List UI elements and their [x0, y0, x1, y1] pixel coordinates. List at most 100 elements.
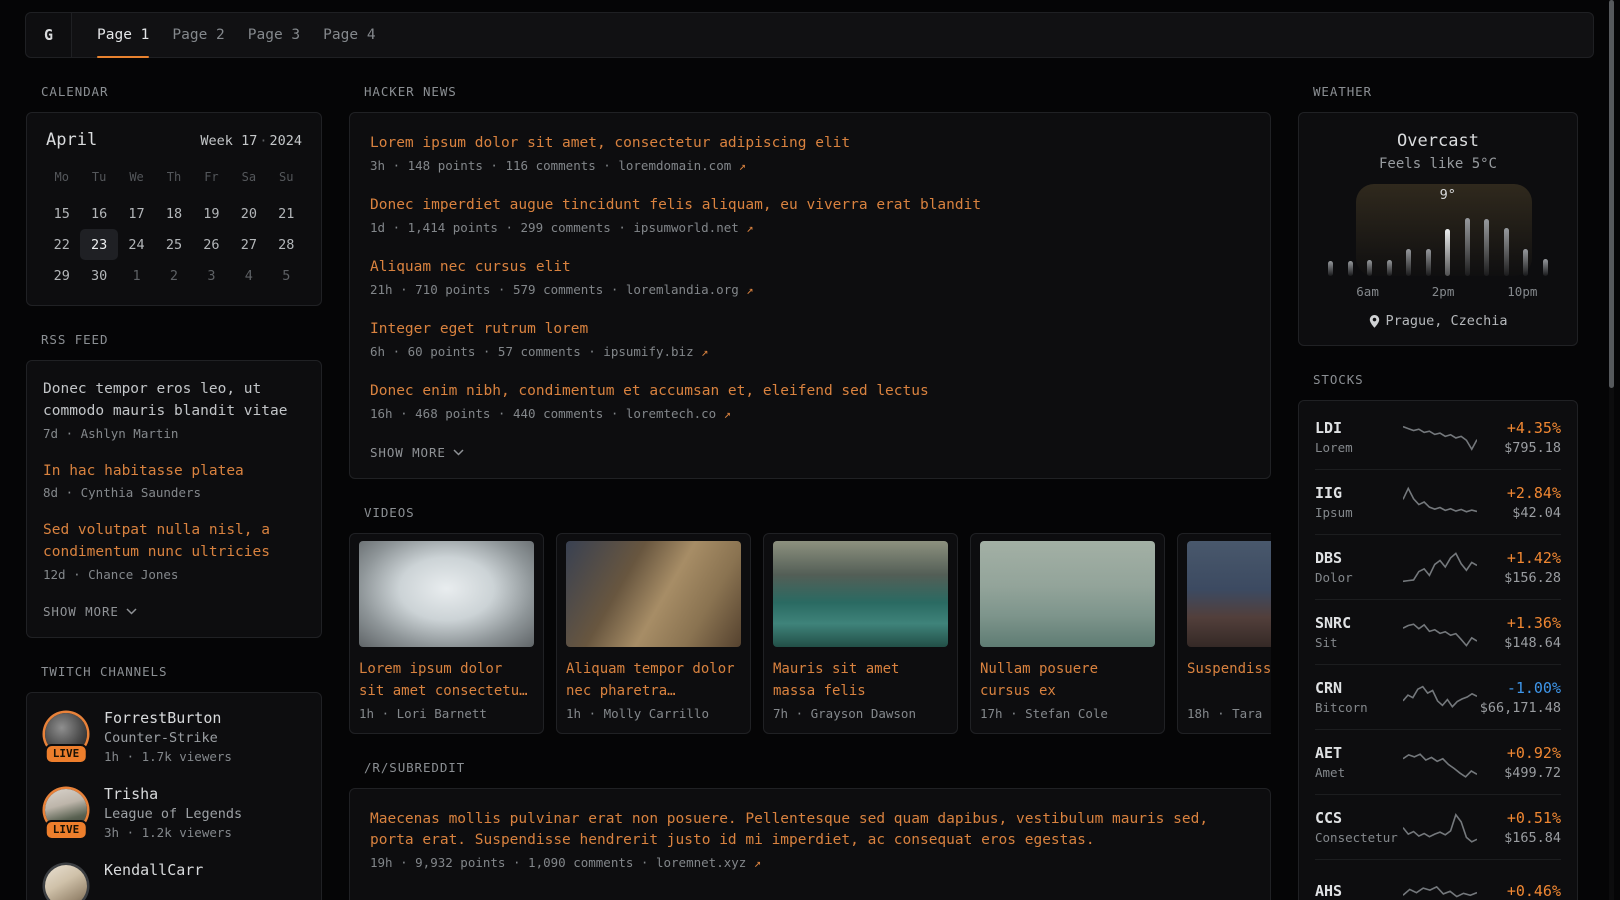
stock-name: Dolor — [1315, 570, 1403, 585]
stock-row[interactable]: CCSConsectetur +0.51%$165.84 — [1315, 794, 1561, 859]
hn-story-meta: 16h · 468 points · 440 comments · loremt… — [370, 406, 1250, 421]
videos-row: Lorem ipsum dolor sit amet consectetu… 1… — [349, 533, 1271, 734]
external-link-icon: ↗ — [746, 221, 753, 235]
video-thumbnail — [773, 541, 948, 647]
calendar-day: 3 — [193, 260, 230, 291]
calendar-days: 1516171819202122232425262728293012345 — [43, 198, 305, 291]
stock-change: +4.35% — [1477, 419, 1561, 437]
weather-chart: 9° — [1321, 184, 1555, 276]
twitch-widget: LIVE ForrestBurton Counter-Strike 1h · 1… — [26, 692, 322, 900]
video-title: Lorem ipsum dolor sit amet consectetu… — [359, 659, 534, 702]
rss-section: RSS FEED Donec tempor eros leo, ut commo… — [26, 332, 322, 638]
calendar-section: CALENDAR April Week 17·2024 MoTuWeThFrSa… — [26, 84, 322, 306]
stock-row[interactable]: SNRCSit +1.36%$148.64 — [1315, 599, 1561, 664]
hn-story-domain-link[interactable]: ipsumify.biz ↗ — [603, 344, 708, 359]
stock-ticker: AET — [1315, 744, 1403, 762]
tab-page-4[interactable]: Page 4 — [323, 13, 375, 57]
rss-item-title[interactable]: Sed volutpat nulla nisl, a condimentum n… — [43, 520, 305, 564]
hn-story-title[interactable]: Lorem ipsum dolor sit amet, consectetur … — [370, 133, 1250, 154]
twitch-channel-name[interactable]: ForrestBurton — [104, 709, 232, 727]
weather-bars — [1321, 218, 1555, 276]
hn-story-title[interactable]: Donec imperdiet augue tincidunt felis al… — [370, 195, 1250, 216]
hn-show-more-button[interactable]: SHOW MORE — [370, 443, 464, 464]
video-card[interactable]: Nullam posuere cursus ex 17h · Stefan Co… — [970, 533, 1165, 734]
rss-show-more-button[interactable]: SHOW MORE — [43, 602, 137, 623]
rss-item-meta: 7d · Ashlyn Martin — [43, 426, 305, 441]
stock-change: +0.51% — [1477, 809, 1561, 827]
calendar-day: 19 — [193, 198, 230, 229]
stock-price: $165.84 — [1477, 830, 1561, 846]
video-title: Nullam posuere cursus ex — [980, 659, 1155, 702]
twitch-channel-info: ForrestBurton Counter-Strike 1h · 1.7k v… — [104, 709, 232, 764]
stock-price: $499.72 — [1477, 765, 1561, 781]
twitch-channel[interactable]: KendallCarr — [43, 861, 305, 900]
hn-story: Lorem ipsum dolor sit amet, consectetur … — [370, 133, 1250, 173]
hn-story-meta: 6h · 60 points · 57 comments · ipsumify.… — [370, 344, 1250, 359]
hn-story-domain-link[interactable]: loremtech.co ↗ — [626, 406, 731, 421]
section-label-calendar: CALENDAR — [41, 84, 322, 99]
stock-sparkline — [1403, 742, 1477, 782]
video-card[interactable]: Lorem ipsum dolor sit amet consectetu… 1… — [349, 533, 544, 734]
hackernews-widget: Lorem ipsum dolor sit amet, consectetur … — [349, 112, 1271, 479]
stock-row[interactable]: AHS +0.46% — [1315, 859, 1561, 900]
location-pin-icon — [1369, 315, 1380, 328]
weather-feels-like: Feels like 5°C — [1299, 156, 1577, 172]
stock-row[interactable]: DBSDolor +1.42%$156.28 — [1315, 534, 1561, 599]
weather-section: WEATHER Overcast Feels like 5°C 9° 6am2p… — [1298, 84, 1578, 346]
hn-story-domain-link[interactable]: ipsumworld.net ↗ — [633, 220, 753, 235]
twitch-channel-name[interactable]: KendallCarr — [104, 861, 203, 879]
calendar-day: 23 — [80, 229, 117, 260]
stock-row[interactable]: LDILorem +4.35%$795.18 — [1315, 405, 1561, 469]
avatar: LIVE — [43, 787, 89, 833]
hn-story-title[interactable]: Aliquam nec cursus elit — [370, 257, 1250, 278]
video-card[interactable]: Suspendisse diam 18h · Tara — [1177, 533, 1271, 734]
tab-page-1[interactable]: Page 1 — [97, 13, 149, 57]
twitch-channel[interactable]: LIVE ForrestBurton Counter-Strike 1h · 1… — [43, 709, 305, 764]
reddit-post-domain-link[interactable]: loremnet.xyz ↗ — [656, 855, 761, 870]
calendar-weekday: We — [118, 170, 155, 184]
hackernews-section: HACKER NEWS Lorem ipsum dolor sit amet, … — [349, 84, 1271, 479]
reddit-post-title[interactable]: Maecenas mollis pulvinar erat non posuer… — [370, 809, 1250, 851]
tab-page-2[interactable]: Page 2 — [172, 13, 224, 57]
stock-ticker: IIG — [1315, 484, 1403, 502]
twitch-channel-name[interactable]: Trisha — [104, 785, 242, 803]
twitch-channel-game: Counter-Strike — [104, 730, 232, 746]
stocks-section: STOCKS LDILorem +4.35%$795.18 IIGIpsum +… — [1298, 372, 1578, 900]
reddit-post-stats: 19h · 9,932 points · 1,090 comments · — [370, 855, 656, 870]
calendar-day: 27 — [230, 229, 267, 260]
rss-item: Donec tempor eros leo, ut commodo mauris… — [43, 379, 305, 441]
stock-row[interactable]: CRNBitcorn -1.00%$66,171.48 — [1315, 664, 1561, 729]
twitch-channel[interactable]: LIVE Trisha League of Legends 3h · 1.2k … — [43, 785, 305, 840]
hn-story-title[interactable]: Integer eget rutrum lorem — [370, 319, 1250, 340]
live-badge: LIVE — [45, 744, 88, 764]
weather-bar — [1367, 260, 1372, 276]
subreddit-widget: Maecenas mollis pulvinar erat non posuer… — [349, 788, 1271, 900]
weather-time-label: 6am — [1356, 284, 1379, 299]
logo[interactable]: G — [26, 13, 72, 57]
stock-row[interactable]: IIGIpsum +2.84%$42.04 — [1315, 469, 1561, 534]
hn-story-domain-link[interactable]: loremdomain.com ↗ — [618, 158, 746, 173]
hn-story-domain-link[interactable]: loremlandia.org ↗ — [626, 282, 754, 297]
weather-time-label: 2pm — [1432, 284, 1455, 299]
video-card[interactable]: Mauris sit amet massa felis 7h · Grayson… — [763, 533, 958, 734]
scrollbar-thumb[interactable] — [1609, 0, 1614, 388]
external-link-icon: ↗ — [746, 283, 753, 297]
weather-condition: Overcast — [1299, 131, 1577, 151]
external-link-icon: ↗ — [724, 407, 731, 421]
weather-bar — [1406, 249, 1411, 276]
tab-page-3[interactable]: Page 3 — [248, 13, 300, 57]
subreddit-section: /R/SUBREDDIT Maecenas mollis pulvinar er… — [349, 760, 1271, 900]
hn-story-title[interactable]: Donec enim nibh, condimentum et accumsan… — [370, 381, 1250, 402]
section-label-twitch: TWITCH CHANNELS — [41, 664, 322, 679]
stock-row[interactable]: AETAmet +0.92%$499.72 — [1315, 729, 1561, 794]
hn-story: Aliquam nec cursus elit 21h · 710 points… — [370, 257, 1250, 297]
rss-item-title[interactable]: In hac habitasse platea — [43, 461, 305, 483]
rss-item-title[interactable]: Donec tempor eros leo, ut commodo mauris… — [43, 379, 305, 423]
video-title: Suspendisse diam — [1187, 659, 1271, 702]
stock-price: $148.64 — [1477, 635, 1561, 651]
stock-price: $156.28 — [1477, 570, 1561, 586]
video-card[interactable]: Aliquam tempor dolor nec pharetra… 1h · … — [556, 533, 751, 734]
calendar-weekday: Tu — [80, 170, 117, 184]
stock-change: +1.42% — [1477, 549, 1561, 567]
stock-sparkline — [1403, 807, 1477, 847]
